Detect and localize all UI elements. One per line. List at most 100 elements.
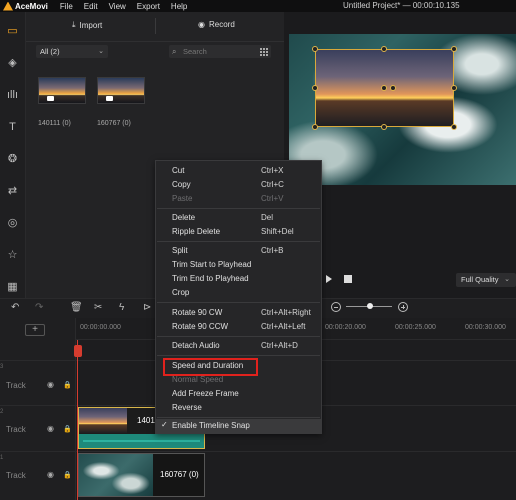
resize-handle[interactable] <box>312 46 318 52</box>
acemovi-logo-icon <box>3 1 13 11</box>
effects-icon[interactable]: ◎ <box>4 214 21 231</box>
text-icon[interactable]: T <box>4 118 21 135</box>
menu-item-ripple-delete[interactable]: Ripple Delete Shift+Del <box>156 225 321 239</box>
resize-handle[interactable] <box>381 46 387 52</box>
stop-icon[interactable] <box>344 275 352 283</box>
audio-icon[interactable]: ıllı <box>4 86 21 103</box>
record-button[interactable]: ◉ Record <box>198 20 235 29</box>
menu-item-rotate-ccw[interactable]: Rotate 90 CCW Ctrl+Alt+Left <box>156 320 321 334</box>
filters-icon[interactable]: ❂ <box>4 150 21 167</box>
split-icon[interactable]: ✂ <box>94 302 102 313</box>
import-icon: ⤓ <box>72 20 76 29</box>
rotate-handle[interactable] <box>381 85 387 91</box>
clip-thumbnail <box>79 408 127 433</box>
menu-item-trim-end[interactable]: Trim End to Playhead <box>156 272 321 286</box>
menu-item-rotate-cw[interactable]: Rotate 90 CW Ctrl+Alt+Right <box>156 306 321 320</box>
menu-edit[interactable]: Edit <box>84 2 98 11</box>
menu-item-timeline-snap[interactable]: ✓ Enable Timeline Snap <box>156 419 321 433</box>
redo-icon[interactable]: ↷ <box>35 302 43 313</box>
menu-view[interactable]: View <box>109 2 126 11</box>
media-filter-dropdown[interactable]: All (2) ⌄ <box>36 45 108 58</box>
playhead-handle[interactable] <box>74 345 82 357</box>
track-label: Track <box>6 471 26 480</box>
left-toolbar: ▭ ◈ ıllı T ❂ ⇄ ◎ ☆ ▦ <box>0 12 26 298</box>
menu-separator <box>157 336 320 337</box>
ruler-label: 00:00:00.000 <box>80 324 121 331</box>
zoom-slider-knob[interactable] <box>367 303 373 309</box>
project-title: Untitled Project* — 00:00:10.135 <box>343 1 460 10</box>
menu-export[interactable]: Export <box>137 2 160 11</box>
quality-value: Full Quality <box>461 275 499 284</box>
resize-handle[interactable] <box>312 85 318 91</box>
menu-file[interactable]: File <box>60 2 73 11</box>
media-thumbnail-2[interactable] <box>97 77 145 104</box>
app-name: AceMovi <box>15 1 48 11</box>
speed-icon[interactable]: ⊳ <box>143 302 151 313</box>
menu-help[interactable]: Help <box>171 2 187 11</box>
magic-icon[interactable]: ϟ <box>119 302 124 313</box>
menu-item-cut[interactable]: Cut Ctrl+X <box>156 164 321 178</box>
timeline-clip[interactable]: 160767 (0) <box>78 453 205 497</box>
eye-icon[interactable]: ◉ <box>47 424 54 433</box>
resize-handle[interactable] <box>312 124 318 130</box>
zoom-out-icon[interactable] <box>331 302 341 312</box>
menu-item-detach-audio[interactable]: Detach Audio Ctrl+Alt+D <box>156 339 321 353</box>
menu-item-copy[interactable]: Copy Ctrl+C <box>156 178 321 192</box>
playhead[interactable] <box>77 340 78 500</box>
video-icon <box>106 96 113 101</box>
clip-audio-waveform <box>79 434 204 448</box>
lock-icon[interactable]: 🔒 <box>63 471 72 479</box>
undo-icon[interactable]: ↶ <box>11 302 19 313</box>
stickers-icon[interactable]: ☆ <box>4 246 21 263</box>
track-label: Track <box>6 381 26 390</box>
media-folder-icon[interactable]: ▭ <box>4 22 21 39</box>
chevron-down-icon: ⌄ <box>98 48 104 55</box>
ruler-label: 00:00:30.000 <box>465 324 506 331</box>
track-number: 2 <box>0 409 4 415</box>
app-logo: AceMovi <box>3 1 48 11</box>
media-header: ⤓ Import ◉ Record <box>26 12 284 42</box>
menu-separator <box>157 355 320 356</box>
menu-item-paste[interactable]: Paste Ctrl+V <box>156 192 321 206</box>
lock-icon[interactable]: 🔒 <box>63 381 72 389</box>
track-number: 1 <box>0 455 4 461</box>
media-search-input[interactable]: ⌕ Search <box>169 45 271 58</box>
eye-icon[interactable]: ◉ <box>47 470 54 479</box>
menu-item-delete[interactable]: Delete Del <box>156 211 321 225</box>
context-menu: Cut Ctrl+X Copy Ctrl+C Paste Ctrl+V Dele… <box>155 160 322 434</box>
media-label-1: 140111 (0) <box>38 120 71 127</box>
layers-icon[interactable]: ◈ <box>4 54 21 71</box>
track-number: 3 <box>0 364 4 370</box>
add-track-button[interactable]: + <box>25 324 45 336</box>
import-button[interactable]: ⤓ Import <box>72 20 102 30</box>
media-thumbnail-1[interactable] <box>38 77 86 104</box>
resize-handle[interactable] <box>381 124 387 130</box>
menu-item-split[interactable]: Split Ctrl+B <box>156 244 321 258</box>
delete-icon[interactable]: 🗑 <box>70 302 83 313</box>
menu-item-trim-start[interactable]: Trim Start to Playhead <box>156 258 321 272</box>
resize-handle[interactable] <box>451 124 457 130</box>
title-bar: AceMovi File Edit View Export Help Untit… <box>0 0 516 12</box>
grid-view-icon[interactable] <box>259 47 268 56</box>
record-icon: ◉ <box>198 20 205 29</box>
video-icon <box>47 96 54 101</box>
quality-dropdown[interactable]: Full Quality ⌄ <box>456 273 516 287</box>
rotate-handle[interactable] <box>390 85 396 91</box>
ruler-label: 00:00:20.000 <box>325 324 366 331</box>
search-placeholder: Search <box>183 47 207 56</box>
resize-handle[interactable] <box>451 85 457 91</box>
menu-item-freeze-frame[interactable]: Add Freeze Frame <box>156 387 321 401</box>
zoom-in-icon[interactable] <box>398 302 408 312</box>
lock-icon[interactable]: 🔒 <box>63 425 72 433</box>
resize-handle[interactable] <box>451 46 457 52</box>
eye-icon[interactable]: ◉ <box>47 380 54 389</box>
menu-separator <box>157 208 320 209</box>
transitions-icon[interactable]: ⇄ <box>4 182 21 199</box>
menu-item-crop[interactable]: Crop <box>156 286 321 300</box>
header-divider <box>155 18 156 34</box>
menu-bar: File Edit View Export Help <box>60 2 187 11</box>
track-label: Track <box>6 425 26 434</box>
menu-item-reverse[interactable]: Reverse <box>156 401 321 415</box>
templates-icon[interactable]: ▦ <box>4 278 21 295</box>
menu-separator <box>157 241 320 242</box>
